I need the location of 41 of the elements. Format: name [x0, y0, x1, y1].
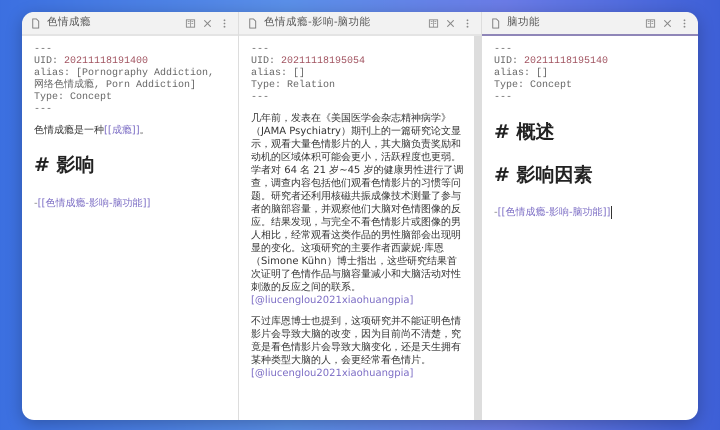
close-icon[interactable]: [444, 18, 456, 28]
frontmatter-line: ---: [34, 44, 54, 56]
paragraph-text: 几年前，发表在《美国医学会杂志精神病学》（JAMA Psychiatry）期刊上的一篇研究论文显示，观看大量色情影片的人，其大脑负责奖励和动机的区域体积可能会更小，活跃程度也更弱。学者对 64 名 21 岁~45 岁的健康男性进行了调查，调查内容包括他们观看色情影片的习惯等问题。研究者还利用核磁共振成像技术测量了参与者的脑部容量，并观察他们大脑对色情图像的反应。结果发现，与完全不看色情影片或图像的男人相比，经常观看这类作品的男性脑部会出现明显的变化。这项研究的主要作者西蒙妮·库恩（Simone Kühn）博士指出，这些研究结果首次证明了色情作品与脑容量减小和大脑活动对性刺激的反应之间的联系。: [251, 112, 464, 294]
internal-link[interactable]: [[色情成瘾-影响-脑功能]]: [38, 196, 150, 210]
frontmatter-line: ---: [251, 92, 270, 104]
book-icon[interactable]: [185, 18, 196, 28]
frontmatter-line: alias: [Pornography Addiction, 网络色情成瘾, Porn Addiction]: [34, 68, 216, 92]
citation-link[interactable]: [@liucenglou2021xiaohuangpia]: [251, 367, 464, 380]
frontmatter-line: UID: 20211118195140: [494, 56, 610, 68]
heading: # 影响因素: [494, 162, 594, 188]
frontmatter-line: Type: Relation: [251, 80, 336, 92]
file-icon: [30, 18, 41, 28]
frontmatter-line: UID: 20211118195054: [251, 56, 366, 68]
frontmatter-line: ---: [494, 92, 513, 104]
close-icon[interactable]: [202, 18, 214, 28]
frontmatter-line: UID: 20211118191400: [34, 56, 150, 68]
frontmatter-line: alias: []: [251, 68, 306, 80]
list-item: -[[色情成瘾-影响-脑功能]]: [34, 196, 150, 210]
frontmatter-line: Type: Concept: [34, 92, 114, 104]
pane-title: 色情成瘾: [47, 15, 92, 30]
pane-title: 色情成瘾-影响-脑功能: [264, 15, 372, 30]
paragraph-text: 不过库恩博士也提到，这项研究并不能证明色情影片会导致大脑的改变，因为目前尚不清楚，究竟是看色情影片会导致大脑变化，还是天生拥有某种类型大脑的人，会更经常看色情片。: [251, 315, 462, 367]
frontmatter-line: ---: [494, 44, 513, 56]
citation-link[interactable]: [@liucenglou2021xiaohuangpia]: [251, 294, 464, 307]
scrollbar[interactable]: [474, 36, 481, 420]
list-item: -[[色情成瘾-影响-脑功能]]: [494, 205, 612, 220]
frontmatter-line: ---: [251, 44, 270, 56]
close-icon[interactable]: [662, 18, 674, 28]
file-icon: [490, 18, 501, 28]
internal-link[interactable]: [[色情成瘾-影响-脑功能]]: [498, 205, 610, 220]
heading: # 影响: [34, 153, 96, 178]
heading: # 概述: [494, 120, 556, 145]
pane-title: 脑功能: [506, 15, 541, 30]
file-icon: [247, 18, 258, 28]
paragraph-text: 色情成瘾是一种[[成瘾]]。: [34, 124, 151, 137]
frontmatter-line: ---: [34, 104, 54, 116]
frontmatter-line: alias: []: [494, 68, 550, 80]
frontmatter-line: Type: Concept: [494, 80, 574, 92]
book-icon[interactable]: [428, 18, 439, 28]
book-icon[interactable]: [645, 18, 656, 28]
internal-link[interactable]: [[成瘾]]: [104, 125, 140, 136]
